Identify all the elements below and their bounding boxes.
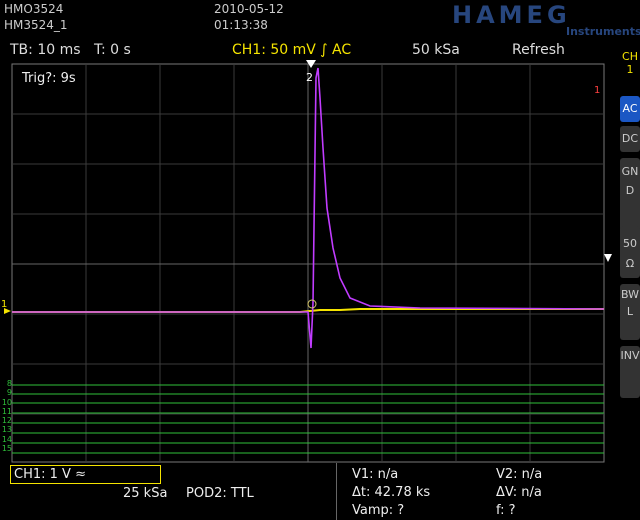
cursor-v2-readout: V2: n/a bbox=[496, 467, 543, 482]
bottom-divider bbox=[336, 463, 337, 520]
channel-setting-readout[interactable]: CH1: 50 mV ∫ AC bbox=[232, 42, 351, 58]
coupling-ac-button[interactable]: AC bbox=[620, 96, 640, 122]
timebase-readout[interactable]: TB: 10 ms bbox=[10, 42, 81, 58]
digital-channel-label: 9 bbox=[6, 388, 12, 398]
frequency-readout: f: ? bbox=[496, 503, 516, 518]
trigger-level-arrow-icon[interactable] bbox=[604, 254, 612, 262]
sample-rate-readout: 50 kSa bbox=[412, 42, 460, 58]
coupling-dc-button[interactable]: DC bbox=[620, 126, 640, 152]
bandwidth-limit-button[interactable]: BWL bbox=[620, 284, 640, 340]
digital-channel-label: 14 bbox=[1, 434, 12, 444]
digital-channel-labels: 8 9 10 11 12 13 14 15 bbox=[0, 379, 12, 453]
date-label: 2010-05-12 bbox=[214, 2, 284, 16]
time-label: 01:13:38 bbox=[214, 18, 268, 32]
termination-50ohm-button[interactable]: 50Ω bbox=[620, 226, 640, 278]
digital-channel-label: 10 bbox=[1, 397, 12, 407]
ch1-offset-arrow-icon[interactable] bbox=[4, 308, 11, 314]
side-menu-channel-label: CH 1 bbox=[622, 50, 638, 76]
bottom-sample-rate: 25 kSa bbox=[123, 486, 168, 501]
trigger-position-marker[interactable]: 2 bbox=[306, 71, 313, 84]
acquire-mode-readout[interactable]: Refresh bbox=[512, 42, 565, 58]
digital-channel-label: 11 bbox=[1, 406, 12, 416]
brand-sub: Instruments bbox=[566, 25, 640, 38]
cursor-dt-readout: Δt: 42.78 ks bbox=[352, 485, 431, 500]
digital-channel-label: 13 bbox=[1, 425, 12, 435]
brand-logo: HAMEG bbox=[452, 1, 571, 29]
digital-channel-label: 15 bbox=[1, 444, 12, 454]
digital-channel-label: 12 bbox=[1, 416, 12, 426]
device-name: HM3524_1 bbox=[4, 18, 68, 32]
trigger-status: Trig?: 9s bbox=[22, 71, 76, 86]
trigger-time-readout[interactable]: T: 0 s bbox=[94, 42, 131, 58]
waveform-display[interactable]: 2 1 1 bbox=[0, 58, 620, 463]
invert-button[interactable]: INV bbox=[620, 346, 640, 398]
model-label: HMO3524 bbox=[4, 2, 64, 16]
cursor-v1-readout: V1: n/a bbox=[352, 467, 399, 482]
ch1-scale-box[interactable]: CH1: 1 V ≈ bbox=[10, 465, 161, 484]
reference-marker: 1 bbox=[594, 85, 600, 96]
pod-setting[interactable]: POD2: TTL bbox=[186, 486, 254, 501]
digital-channel-label: 8 bbox=[6, 379, 12, 388]
vamp-readout: Vamp: ? bbox=[352, 503, 405, 518]
cursor-dv-readout: ΔV: n/a bbox=[496, 485, 542, 500]
